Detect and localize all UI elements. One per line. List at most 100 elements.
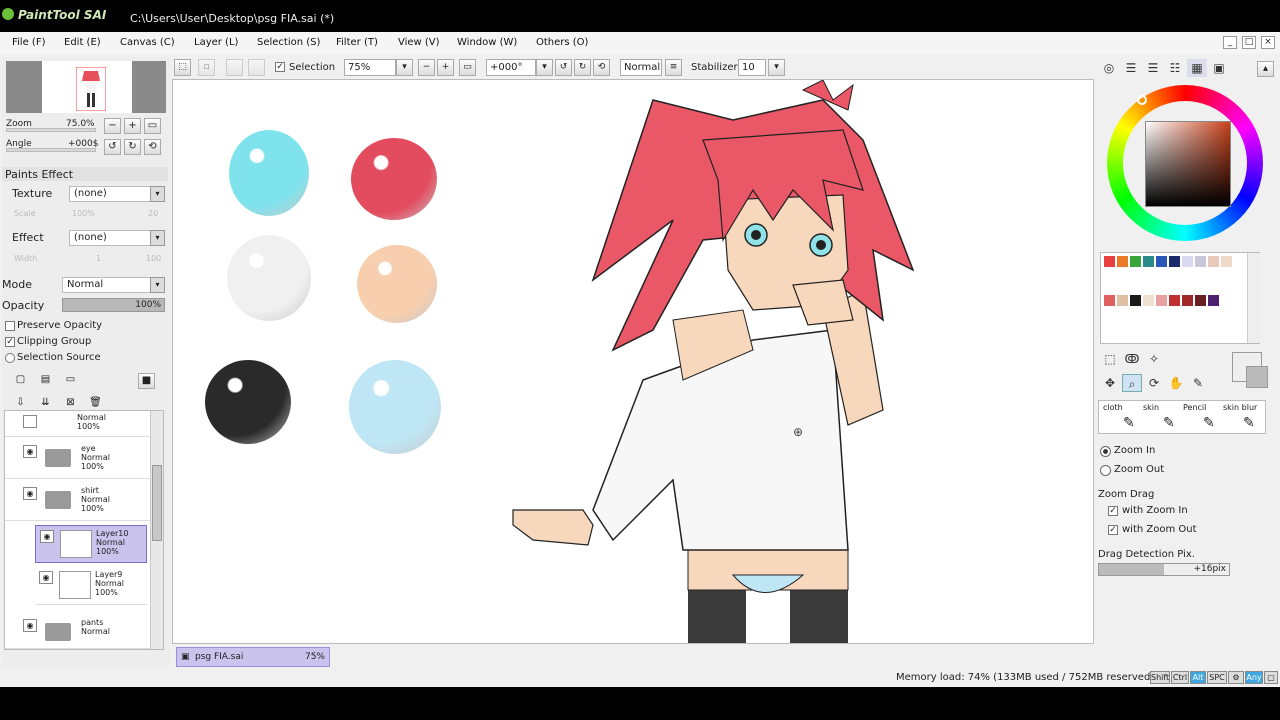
- effect-select[interactable]: (none) ▾: [69, 230, 165, 246]
- palette-swatch[interactable]: [1195, 256, 1206, 267]
- palette-swatch[interactable]: [1208, 295, 1219, 306]
- nav-zoom-in-icon[interactable]: +: [124, 118, 141, 134]
- move-icon[interactable]: ✥: [1100, 374, 1120, 392]
- eye-icon[interactable]: ◉: [23, 487, 37, 500]
- navigator-thumbnail[interactable]: [6, 61, 166, 113]
- eye-icon[interactable]: ◉: [23, 619, 37, 632]
- layer-row[interactable]: Normal 100%: [5, 411, 150, 437]
- zoom-in-icon[interactable]: +: [437, 59, 454, 76]
- clipping-group-checkbox[interactable]: ✓: [5, 337, 15, 347]
- brush-skin[interactable]: skin: [1143, 403, 1159, 412]
- rotate-right-icon[interactable]: ↻: [574, 59, 591, 76]
- close-button[interactable]: ×: [1261, 36, 1275, 49]
- rotate-reset-icon[interactable]: ⟲: [593, 59, 610, 76]
- palette-swatch[interactable]: [1208, 256, 1219, 267]
- layer-row[interactable]: ◉ pants Normal: [5, 615, 150, 649]
- layer-row[interactable]: ◉ eye Normal 100%: [5, 441, 150, 479]
- crop-icon[interactable]: [226, 59, 243, 76]
- maximize-button[interactable]: □: [1242, 36, 1256, 49]
- zoom-slider[interactable]: [6, 128, 96, 132]
- layer-scrollbar[interactable]: [150, 411, 163, 649]
- new-layer-icon[interactable]: ▢: [12, 373, 29, 389]
- palette-swatch[interactable]: [1104, 295, 1115, 306]
- nav-zoom-fit-icon[interactable]: ▭: [144, 118, 161, 134]
- zoom-in-radio[interactable]: [1100, 446, 1111, 457]
- brush-cloth[interactable]: cloth: [1103, 403, 1123, 412]
- palette-swatch[interactable]: [1130, 256, 1141, 267]
- palette-swatch[interactable]: [1143, 256, 1154, 267]
- invert-selection-icon[interactable]: ▫: [198, 59, 215, 76]
- stabilizer-field[interactable]: 10: [738, 59, 766, 76]
- nav-rotate-left-icon[interactable]: ↺: [104, 139, 121, 155]
- nav-zoom-out-icon[interactable]: −: [104, 118, 121, 134]
- rotate-tool-icon[interactable]: ⟳: [1144, 374, 1164, 392]
- layer-row[interactable]: ◉ shirt Normal 100%: [5, 483, 150, 521]
- rotation-dropdown-icon[interactable]: ▾: [536, 59, 553, 76]
- rotation-field[interactable]: +000°: [486, 59, 536, 76]
- blend-mode-field[interactable]: Normal: [620, 59, 662, 76]
- blend-dropdown-icon[interactable]: ≡: [665, 59, 682, 76]
- palette-swatch[interactable]: [1130, 295, 1141, 306]
- menu-canvas[interactable]: Canvas (C): [120, 37, 175, 48]
- palette-swatch[interactable]: [1117, 295, 1128, 306]
- selection-checkbox[interactable]: ✓: [275, 62, 285, 72]
- menu-edit[interactable]: Edit (E): [64, 37, 101, 48]
- zoom-out-icon[interactable]: −: [418, 59, 435, 76]
- selection-source-checkbox[interactable]: [5, 353, 15, 363]
- zoom-out-radio[interactable]: [1100, 465, 1111, 476]
- palette-swatch[interactable]: [1156, 256, 1167, 267]
- stabilizer-dropdown-icon[interactable]: ▾: [768, 59, 785, 76]
- color-mixer-tab-icon[interactable]: ☷: [1165, 59, 1185, 77]
- rotate-left-icon[interactable]: ↺: [555, 59, 572, 76]
- magic-wand-icon[interactable]: ✧: [1144, 350, 1164, 368]
- eye-icon[interactable]: ◉: [40, 530, 54, 543]
- palette-swatch[interactable]: [1143, 295, 1154, 306]
- rect-select-icon[interactable]: ⬚: [1100, 350, 1120, 368]
- document-tab[interactable]: ▣ psg FIA.sai 75%: [176, 647, 330, 667]
- menu-layer[interactable]: Layer (L): [194, 37, 238, 48]
- palette-swatch[interactable]: [1117, 256, 1128, 267]
- palette-swatch[interactable]: [1182, 256, 1193, 267]
- preserve-opacity-checkbox[interactable]: [5, 321, 15, 331]
- hand-icon[interactable]: ✋: [1166, 374, 1186, 392]
- opacity-slider[interactable]: 100%: [62, 298, 165, 312]
- drawing-canvas[interactable]: ⊕: [172, 79, 1094, 644]
- with-zoom-in-checkbox[interactable]: ✓: [1108, 506, 1118, 516]
- layer-delete-icon[interactable]: ■: [138, 373, 155, 389]
- swatches-tab-icon[interactable]: ▦: [1187, 59, 1207, 77]
- zoom-tool-icon[interactable]: ⌕: [1122, 374, 1142, 392]
- minimize-button[interactable]: _: [1223, 36, 1237, 49]
- paints-effect-header[interactable]: Paints Effect: [2, 167, 168, 181]
- menu-window[interactable]: Window (W): [457, 37, 517, 48]
- new-linework-layer-icon[interactable]: ▤: [37, 373, 54, 389]
- brush-pencil[interactable]: Pencil: [1183, 403, 1206, 412]
- eye-icon[interactable]: [23, 415, 37, 428]
- palette-swatch[interactable]: [1169, 256, 1180, 267]
- deselect-icon[interactable]: ⬚: [174, 59, 191, 76]
- hsv-slider-tab-icon[interactable]: ☰: [1143, 59, 1163, 77]
- palette-swatch[interactable]: [1182, 295, 1193, 306]
- eye-icon[interactable]: ◉: [23, 445, 37, 458]
- palette-swatch[interactable]: [1221, 256, 1232, 267]
- swatch-scrollbar[interactable]: [1247, 253, 1260, 343]
- secondary-color-box[interactable]: [1246, 366, 1268, 388]
- color-wheel-tab-icon[interactable]: ◎: [1099, 59, 1119, 77]
- eye-icon[interactable]: ◉: [39, 571, 53, 584]
- new-folder-icon[interactable]: ▭: [62, 373, 79, 389]
- brush-skin-blur[interactable]: skin blur: [1223, 403, 1257, 412]
- palette-swatch[interactable]: [1195, 295, 1206, 306]
- zoom-dropdown-icon[interactable]: ▾: [396, 59, 413, 76]
- layer-row[interactable]: ◉ Layer9 Normal 100%: [35, 567, 147, 605]
- blend-mode-select[interactable]: Normal ▾: [62, 277, 165, 293]
- with-zoom-out-checkbox[interactable]: ✓: [1108, 525, 1118, 535]
- saturation-value-square[interactable]: [1145, 121, 1231, 207]
- palette-swatch[interactable]: [1156, 295, 1167, 306]
- angle-slider[interactable]: [6, 148, 96, 152]
- color-panel-scroll-icon[interactable]: ▴: [1257, 61, 1274, 77]
- drag-detection-slider[interactable]: +16pix: [1098, 563, 1230, 576]
- nav-rotate-reset-icon[interactable]: ⟲: [144, 139, 161, 155]
- menu-view[interactable]: View (V): [398, 37, 440, 48]
- lasso-icon[interactable]: ↂ: [1122, 350, 1142, 368]
- menu-file[interactable]: File (F): [12, 37, 45, 48]
- color-wheel[interactable]: [1107, 85, 1263, 241]
